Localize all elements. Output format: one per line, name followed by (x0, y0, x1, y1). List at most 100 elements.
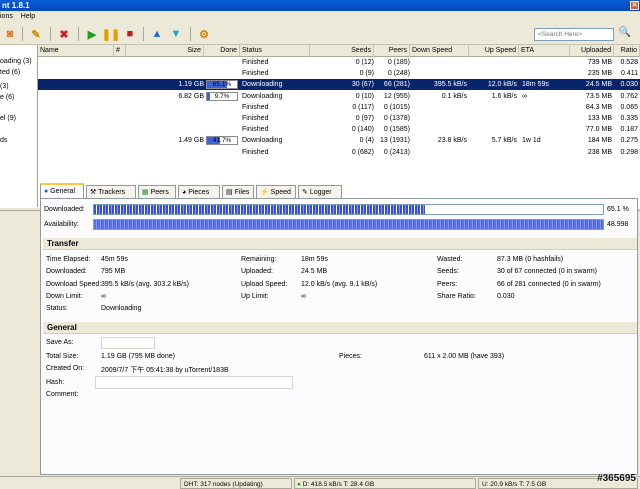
cell-ratio: 0.187 (620, 126, 638, 134)
cell-uploaded: 133 MB (587, 115, 612, 122)
col-seeds[interactable]: Seeds (310, 45, 374, 57)
cell-uploaded: 184 MB (587, 137, 612, 145)
cell-down: 23.8 kB/s (437, 137, 467, 145)
availability-label: Availability: (44, 221, 79, 228)
menu-bar: ions Help (0, 11, 640, 23)
move-up-icon[interactable]: ▲ (149, 26, 165, 42)
watermark: #365695 (597, 473, 636, 484)
col-peers[interactable]: Peers (374, 45, 410, 57)
col-done[interactable]: Done (204, 45, 240, 57)
pause-icon[interactable]: ❚❚ (102, 26, 120, 42)
done-progress-bar: 65.1% (206, 80, 238, 90)
cell-status: Finished (242, 70, 269, 78)
tab-label: Pieces (188, 189, 210, 196)
transfer-label: Down Limit: (46, 292, 83, 300)
toolbar-separator (190, 27, 191, 41)
cell-ratio: 0.298 (620, 148, 638, 156)
create-torrent-icon[interactable]: ✎ (28, 26, 44, 42)
done-progress-text: 9.7% (214, 92, 230, 100)
torrent-row[interactable]: Finished 0 (97) 0 (1378) 133 MB 0.335 (38, 113, 640, 124)
done-progress-text: 65.1% (212, 81, 232, 89)
done-progress-text: 41.7% (212, 137, 232, 145)
cell-peers: 0 (1378) (383, 115, 410, 122)
sidebar-item-active[interactable]: (3) (0, 83, 9, 90)
torrent-row[interactable]: 1.19 GB Downloading 30 (67) 66 (281) 395.5 k… (38, 79, 640, 91)
cell-ratio: 0.275 (620, 137, 638, 145)
torrent-row[interactable]: Finished 0 (140) 0 (1585) 77.0 MB 0.187 (38, 124, 640, 135)
torrent-row[interactable]: Finished 0 (682) 0 (2413) 238 MB 0.298 (38, 147, 640, 158)
cell-status: Downloading (242, 92, 283, 100)
tab-speed[interactable]: ⚡ Speed (256, 185, 296, 198)
torrent-row[interactable]: Finished 0 (9) 0 (248) 235 MB 0.411 (38, 68, 640, 79)
transfer-value: ∞ (301, 292, 306, 300)
tab-logger[interactable]: ✎ Logger (298, 185, 342, 198)
download-status-text: D: 418.5 kB/s T: 28.4 GB (302, 481, 375, 488)
move-down-icon[interactable]: ▼ (168, 26, 184, 42)
toolbar: ◙ ✎ ✖ ▶ ❚❚ ■ ▲ ▼ ⚙ 🔍 (0, 23, 640, 45)
transfer-value: 795 MB (101, 268, 126, 276)
col-uploaded[interactable]: Uploaded (570, 45, 614, 57)
sidebar-item-inactive[interactable]: e (6) (0, 94, 14, 101)
torrent-row[interactable]: 1.49 GB Downloading 0 (4) 13 (1931) 23.8 kB/… (38, 135, 640, 146)
sidebar-item-feeds[interactable]: ds (0, 137, 7, 144)
remove-icon[interactable]: ✖ (56, 26, 72, 42)
availability-value: 48.998 (607, 221, 629, 228)
cell-uploaded: 77.0 MB (585, 126, 612, 134)
peers-icon: ▦ (142, 189, 149, 196)
transfer-label: Status: (46, 305, 68, 313)
column-header-row: Name # Size Done Status Seeds Peers Down… (38, 45, 640, 57)
cell-ratio: 0.335 (620, 115, 638, 122)
pieces-label: Pieces: (339, 353, 362, 360)
download-status: ● D: 418.5 kB/s T: 28.4 GB (294, 478, 476, 489)
tab-peers[interactable]: ▦ Peers (138, 185, 176, 198)
toolbar-separator (50, 27, 51, 41)
save-as-label: Save As: (46, 339, 74, 346)
col-up-speed[interactable]: Up Speed (469, 45, 519, 57)
sidebar-item-completed[interactable]: ted (6) (0, 69, 20, 76)
category-sidebar: oading (3) ted (6) (3) e (6) el (9) ds (0, 45, 38, 207)
torrent-row[interactable]: Finished 0 (12) 0 (185) 739 MB 0.528 (38, 57, 640, 68)
col-queue[interactable]: # (114, 45, 126, 57)
rss-icon[interactable]: ◙ (2, 26, 18, 42)
speed-icon: ⚡ (260, 189, 269, 196)
col-down-speed[interactable]: Down Speed (410, 45, 469, 57)
stop-icon[interactable]: ■ (122, 26, 138, 42)
menu-options[interactable]: ions (0, 13, 13, 20)
tab-files[interactable]: ▤ Files (222, 185, 254, 198)
cell-uploaded: 84.3 MB (585, 103, 612, 111)
col-ratio[interactable]: Ratio (614, 45, 640, 57)
preferences-gear-icon[interactable]: ⚙ (196, 26, 212, 42)
transfer-value: 45m 59s (101, 256, 128, 263)
cell-uploaded: 235 MB (587, 70, 612, 78)
search-icon[interactable]: 🔍 (618, 27, 632, 41)
tab-trackers[interactable]: ⚒ Trackers (86, 185, 136, 198)
cell-seeds: 0 (10) (355, 92, 374, 100)
col-eta[interactable]: ETA (519, 45, 570, 57)
hash-label: Hash: (46, 379, 65, 386)
transfer-value: 87.3 MB (0 hashfails) (497, 256, 564, 263)
cell-peers: 66 (281) (383, 81, 410, 89)
sidebar-item-label[interactable]: el (9) (0, 115, 16, 122)
cell-status: Finished (242, 148, 269, 156)
col-name[interactable]: Name (38, 45, 114, 57)
menu-help[interactable]: Help (21, 13, 35, 20)
cell-down: 0.1 kB/s (441, 92, 467, 100)
col-size[interactable]: Size (126, 45, 204, 57)
transfer-label: Upload Speed: (241, 280, 288, 288)
tab-pieces[interactable]: ◕ Pieces (178, 185, 220, 198)
start-icon[interactable]: ▶ (84, 26, 100, 42)
torrent-row[interactable]: 6.82 GB Downloading 0 (10) 12 (955) 0.1 kB/s… (38, 91, 640, 102)
cell-size: 1.19 GB (178, 81, 204, 89)
cell-status: Finished (242, 59, 269, 66)
sidebar-item-downloading[interactable]: oading (3) (0, 58, 32, 65)
network-ok-icon: ● (297, 481, 301, 488)
search-input[interactable] (534, 28, 614, 41)
close-window-icon[interactable]: ✕ (630, 1, 639, 10)
torrent-row[interactable]: Finished 0 (117) 0 (1015) 84.3 MB 0.065 (38, 102, 640, 113)
cell-peers: 0 (1015) (383, 103, 410, 111)
transfer-value: Downloading (101, 305, 142, 313)
col-status[interactable]: Status (240, 45, 310, 57)
tab-general[interactable]: ● General (40, 183, 84, 198)
tab-label: Speed (270, 189, 291, 196)
transfer-value: 12.0 kB/s (avg. 9.1 kB/s) (301, 280, 378, 288)
